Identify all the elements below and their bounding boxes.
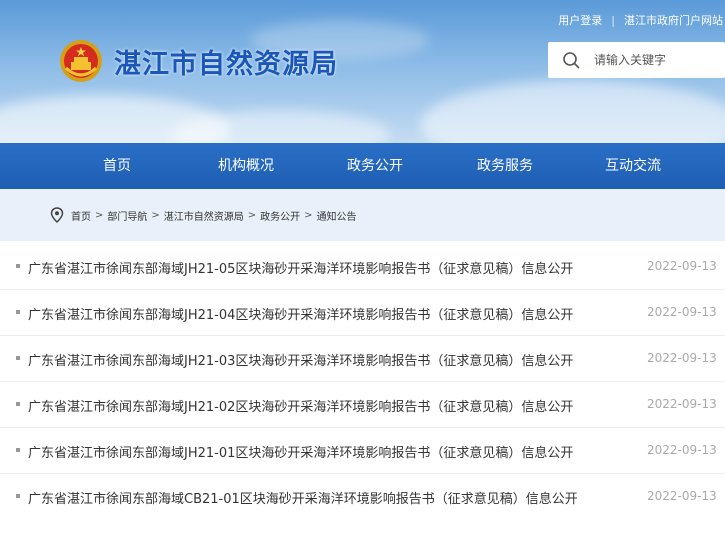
notice-title[interactable]: 广东省湛江市徐闻东部海域CB21-01区块海砂开采海洋环境影响报告书（征求意见稿… <box>28 488 578 507</box>
nav-item-government-affairs[interactable]: 政务公开 <box>327 143 423 189</box>
location-pin-icon <box>50 207 64 223</box>
list-bullet <box>16 448 20 452</box>
breadcrumb-gov-affairs[interactable]: 政务公开 <box>260 208 300 223</box>
notice-title[interactable]: 广东省湛江市徐闻东部海域JH21-05区块海砂开采海洋环境影响报告书（征求意见稿… <box>28 258 573 277</box>
nav-item-interaction[interactable]: 互动交流 <box>585 143 681 189</box>
site-header: 用户登录 | 湛江市政府门户网站 湛江市自然资源局 <box>0 0 725 143</box>
list-bullet <box>16 264 20 268</box>
list-item[interactable]: 广东省湛江市徐闻东部海域JH21-04区块海砂开采海洋环境影响报告书（征求意见稿… <box>0 290 725 336</box>
cloud-decoration <box>420 80 725 143</box>
nav-item-government-services[interactable]: 政务服务 <box>457 143 553 189</box>
breadcrumb-notices[interactable]: 通知公告 <box>317 208 357 223</box>
main-nav: 首页 机构概况 政务公开 政务服务 互动交流 <box>0 143 725 189</box>
site-logo[interactable]: 湛江市自然资源局 <box>58 38 338 84</box>
top-links: 用户登录 | 湛江市政府门户网站 <box>558 12 723 28</box>
user-login-link[interactable]: 用户登录 <box>558 12 602 28</box>
top-links-separator: | <box>611 13 615 27</box>
notice-title[interactable]: 广东省湛江市徐闻东部海域JH21-04区块海砂开采海洋环境影响报告书（征求意见稿… <box>28 304 573 323</box>
notice-title[interactable]: 广东省湛江市徐闻东部海域JH21-03区块海砂开采海洋环境影响报告书（征求意见稿… <box>28 350 573 369</box>
breadcrumb-bureau[interactable]: 湛江市自然资源局 <box>164 208 244 223</box>
list-bullet <box>16 402 20 406</box>
list-bullet <box>16 310 20 314</box>
nav-item-organization[interactable]: 机构概况 <box>198 143 294 189</box>
breadcrumb-arrow: > <box>247 209 257 221</box>
notice-title[interactable]: 广东省湛江市徐闻东部海域JH21-01区块海砂开采海洋环境影响报告书（征求意见稿… <box>28 442 573 461</box>
list-bullet <box>16 356 20 360</box>
portal-link[interactable]: 湛江市政府门户网站 <box>624 12 723 28</box>
notice-date: 2022-09-13 <box>647 305 717 319</box>
list-item[interactable]: 广东省湛江市徐闻东部海域JH21-01区块海砂开采海洋环境影响报告书（征求意见稿… <box>0 428 725 474</box>
search-box <box>548 42 725 78</box>
nav-item-home[interactable]: 首页 <box>72 143 162 189</box>
notice-date: 2022-09-13 <box>647 259 717 273</box>
breadcrumb-arrow: > <box>151 209 160 221</box>
breadcrumb-arrow: > <box>304 209 313 221</box>
list-item[interactable]: 广东省湛江市徐闻东部海域JH21-05区块海砂开采海洋环境影响报告书（征求意见稿… <box>0 244 725 290</box>
breadcrumb-arrow: > <box>95 209 104 221</box>
notice-date: 2022-09-13 <box>647 443 717 457</box>
breadcrumb-bar: 首页 > 部门导航 > 湛江市自然资源局 > 政务公开 > 通知公告 <box>0 189 725 241</box>
notice-date: 2022-09-13 <box>647 397 717 411</box>
breadcrumb-dept-nav[interactable]: 部门导航 <box>107 208 147 223</box>
notice-date: 2022-09-13 <box>647 489 717 503</box>
list-bullet <box>16 494 20 498</box>
national-emblem-icon <box>60 40 102 82</box>
list-item[interactable]: 广东省湛江市徐闻东部海域JH21-02区块海砂开采海洋环境影响报告书（征求意见稿… <box>0 382 725 428</box>
list-item[interactable]: 广东省湛江市徐闻东部海域CB21-01区块海砂开采海洋环境影响报告书（征求意见稿… <box>0 474 725 520</box>
notice-title[interactable]: 广东省湛江市徐闻东部海域JH21-02区块海砂开采海洋环境影响报告书（征求意见稿… <box>28 396 573 415</box>
breadcrumb: 首页 > 部门导航 > 湛江市自然资源局 > 政务公开 > 通知公告 <box>50 207 357 223</box>
notice-date: 2022-09-13 <box>647 351 717 365</box>
list-item[interactable]: 广东省湛江市徐闻东部海域JH21-03区块海砂开采海洋环境影响报告书（征求意见稿… <box>0 336 725 382</box>
search-input[interactable] <box>594 53 714 67</box>
site-title: 湛江市自然资源局 <box>114 48 338 80</box>
search-icon[interactable] <box>562 51 580 69</box>
breadcrumb-home[interactable]: 首页 <box>71 208 91 223</box>
